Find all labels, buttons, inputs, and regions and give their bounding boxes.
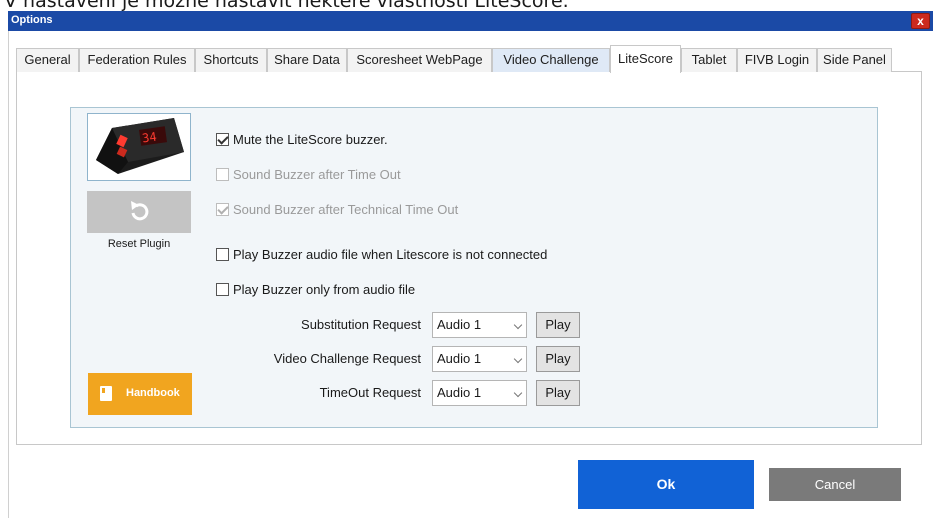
buzzer-after-timeout-label: Sound Buzzer after Time Out xyxy=(233,167,401,182)
timeout-request-label: TimeOut Request xyxy=(319,385,421,400)
scoreboard-device-icon: 34 xyxy=(96,118,184,174)
title-bar: Options x xyxy=(8,11,933,31)
checkbox-box[interactable] xyxy=(216,168,229,181)
timeout-audio-select[interactable]: Audio 1 xyxy=(432,380,527,406)
refresh-icon xyxy=(131,201,149,221)
book-icon xyxy=(100,386,112,401)
video-challenge-audio-value: Audio 1 xyxy=(437,351,482,366)
close-icon: x xyxy=(917,14,924,28)
tab-scoresheet-webpage[interactable]: Scoresheet WebPage xyxy=(347,48,492,72)
tab-fivb-login[interactable]: FIVB Login xyxy=(737,48,817,72)
reset-plugin-button[interactable] xyxy=(87,191,191,233)
tab-tablet[interactable]: Tablet xyxy=(681,48,737,72)
checkbox-box[interactable] xyxy=(216,248,229,261)
timeout-play-button[interactable]: Play xyxy=(536,380,580,406)
chevron-down-icon xyxy=(513,320,523,330)
checkbox-box[interactable] xyxy=(216,203,229,216)
tab-general[interactable]: General xyxy=(16,48,79,72)
substitution-play-button[interactable]: Play xyxy=(536,312,580,338)
document-caption: V nastavení je možné nastavit některé vl… xyxy=(4,0,569,11)
tab-litescore[interactable]: LiteScore xyxy=(610,45,681,73)
cancel-button[interactable]: Cancel xyxy=(769,468,901,501)
substitution-audio-value: Audio 1 xyxy=(437,317,482,332)
device-display-digits: 34 xyxy=(141,130,157,146)
chevron-down-icon xyxy=(513,388,523,398)
substitution-audio-select[interactable]: Audio 1 xyxy=(432,312,527,338)
handbook-label: Handbook xyxy=(126,387,180,399)
timeout-audio-value: Audio 1 xyxy=(437,385,482,400)
ok-button[interactable]: Ok xyxy=(578,460,754,509)
play-buzzer-only-audio-label: Play Buzzer only from audio file xyxy=(233,282,416,297)
substitution-request-label: Substitution Request xyxy=(301,317,421,332)
buzzer-after-technical-timeout-label: Sound Buzzer after Technical Time Out xyxy=(233,202,459,217)
video-challenge-request-label: Video Challenge Request xyxy=(273,351,421,366)
tab-share-data[interactable]: Share Data xyxy=(267,48,347,72)
video-challenge-audio-select[interactable]: Audio 1 xyxy=(432,346,527,372)
tab-federation-rules[interactable]: Federation Rules xyxy=(79,48,195,72)
play-audio-when-disconnected-label: Play Buzzer audio file when Litescore is… xyxy=(233,247,548,262)
tab-shortcuts[interactable]: Shortcuts xyxy=(195,48,267,72)
handbook-button[interactable]: Handbook xyxy=(88,373,192,415)
tab-side-panel[interactable]: Side Panel xyxy=(817,48,892,72)
chevron-down-icon xyxy=(513,354,523,364)
checkbox-box[interactable] xyxy=(216,283,229,296)
reset-plugin-label: Reset Plugin xyxy=(107,238,171,250)
checkbox-box[interactable] xyxy=(216,133,229,146)
video-challenge-play-button[interactable]: Play xyxy=(536,346,580,372)
tab-video-challenge[interactable]: Video Challenge xyxy=(492,48,610,72)
window-title: Options xyxy=(11,14,53,26)
close-button[interactable]: x xyxy=(911,13,930,29)
mute-buzzer-label: Mute the LiteScore buzzer. xyxy=(233,132,388,147)
litescore-device-image: 34 xyxy=(87,113,191,181)
